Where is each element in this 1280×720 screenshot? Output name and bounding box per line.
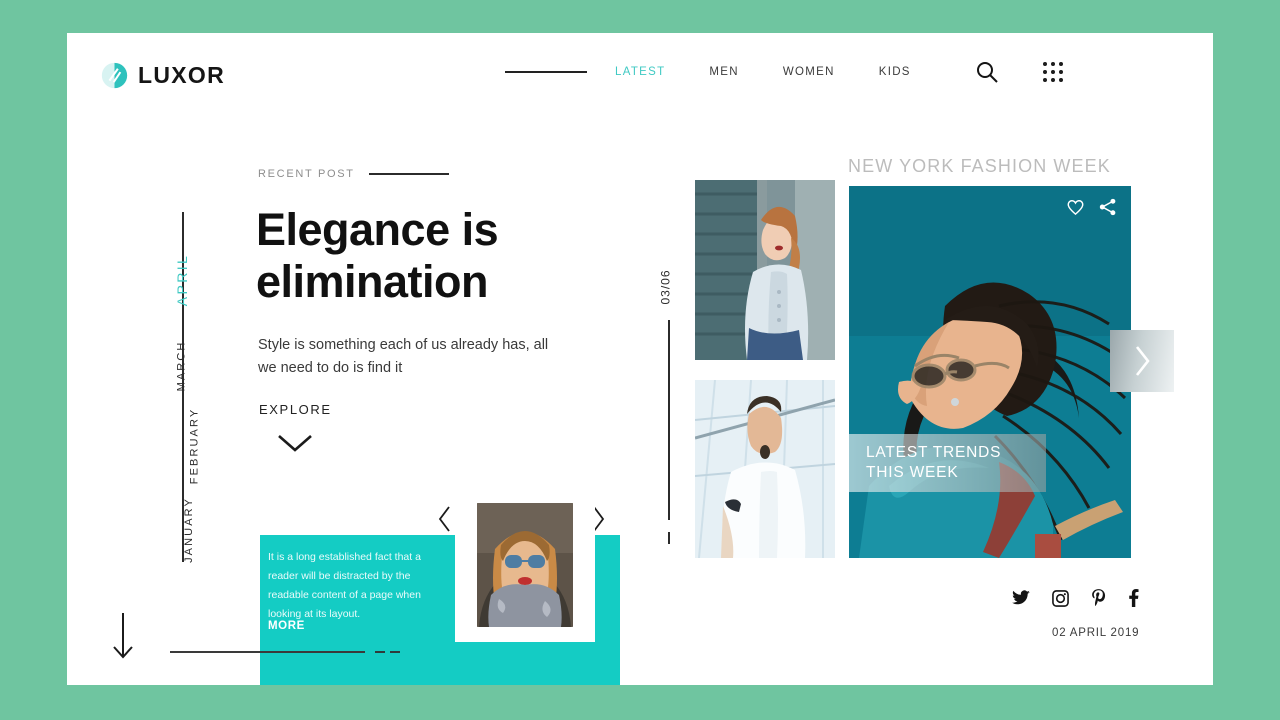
recent-post-rule	[368, 173, 449, 175]
slide-counter: 03/06	[656, 262, 682, 544]
feature-caption-line-1: LATEST TRENDS	[866, 444, 1002, 461]
progress-dash-2	[390, 651, 400, 653]
month-item-february[interactable]: FEBRUARY	[156, 408, 233, 485]
page-title: Elegance is elimination	[256, 204, 676, 308]
twitter-icon[interactable]	[1012, 590, 1030, 606]
nav-item-latest[interactable]: LATEST	[615, 66, 665, 78]
chevron-right-icon	[1135, 346, 1150, 376]
portrait-woman-sunglasses-image	[477, 503, 573, 627]
pinterest-icon[interactable]	[1091, 589, 1106, 607]
thumbnail-man-white-polo[interactable]	[695, 380, 835, 558]
slide-counter-tick	[668, 532, 670, 544]
feature-actions	[1066, 198, 1117, 216]
month-rail: APRIL MARCH FEBRUARY JANUARY	[128, 212, 200, 563]
heart-icon[interactable]	[1066, 198, 1085, 216]
carousel-portrait-frame[interactable]	[455, 497, 595, 642]
feature-title: NEW YORK FASHION WEEK	[848, 156, 1111, 176]
explore-button[interactable]: EXPLORE	[259, 402, 332, 417]
recent-post-row: RECENT POST	[258, 168, 449, 180]
grid-menu-icon[interactable]	[1043, 62, 1063, 82]
share-icon[interactable]	[1099, 198, 1117, 216]
recent-post-label: RECENT POST	[258, 168, 355, 180]
chevron-down-icon[interactable]	[276, 432, 314, 454]
month-item-january[interactable]: JANUARY	[156, 497, 222, 563]
promo-more-link[interactable]: MORE	[268, 620, 305, 632]
instagram-icon[interactable]	[1052, 589, 1069, 607]
nav-item-men[interactable]: MEN	[709, 66, 738, 78]
arrow-down-icon[interactable]	[110, 612, 136, 660]
feature-hero-image	[849, 186, 1131, 558]
page-root: LUXOR LATEST MEN WOMEN KIDS APRIL MARCH …	[0, 0, 1280, 720]
month-item-april[interactable]: APRIL	[156, 254, 208, 306]
feature-next-slide-button[interactable]	[1110, 330, 1174, 392]
nav-item-women[interactable]: WOMEN	[783, 66, 835, 78]
search-icon[interactable]	[975, 60, 999, 84]
nav-rule	[505, 71, 587, 73]
social-links	[1012, 589, 1139, 607]
feature-caption-line-2: THIS WEEK	[866, 464, 959, 481]
progress-dash-1	[375, 651, 385, 653]
headline-line-2: elimination	[256, 256, 489, 307]
month-item-march[interactable]: MARCH	[156, 341, 207, 392]
progress-line	[170, 651, 365, 653]
feature-image-card[interactable]: LATEST TRENDS THIS WEEK	[849, 186, 1131, 558]
brand-name: LUXOR	[138, 62, 225, 88]
nav-item-kids[interactable]: KIDS	[879, 66, 911, 78]
publish-date: 02 APRIL 2019	[1052, 627, 1140, 639]
promo-body-text: It is a long established fact that a rea…	[268, 551, 421, 620]
slide-counter-value: 03/06	[658, 269, 673, 305]
feature-caption: LATEST TRENDS THIS WEEK	[849, 434, 1046, 492]
facebook-icon[interactable]	[1128, 589, 1139, 607]
thumbnail-woman-denim-jacket[interactable]	[695, 180, 835, 360]
slide-counter-line	[668, 320, 670, 520]
carousel-prev-button[interactable]	[438, 505, 452, 533]
brand-logo[interactable]: LUXOR	[101, 62, 225, 89]
leaf-circle-icon	[101, 62, 128, 89]
page-subtitle: Style is something each of us already ha…	[258, 337, 549, 376]
main-navigation: LATEST MEN WOMEN KIDS	[505, 66, 911, 78]
header-actions	[975, 60, 1063, 84]
headline-line-1: Elegance is	[256, 204, 499, 255]
